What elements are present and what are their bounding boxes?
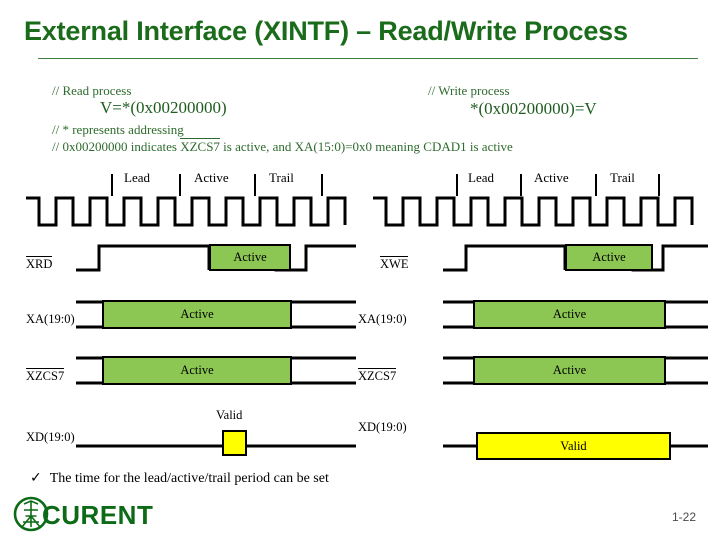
address-note-suffix: is active, and XA(15:0)=0x0 meaning CDAD… bbox=[219, 139, 513, 154]
write-row-xa: XA(19:0) Active bbox=[358, 298, 708, 344]
xwe-active-label: Active bbox=[592, 250, 626, 264]
xrd-active-label: Active bbox=[233, 250, 267, 264]
page-number: 1-22 bbox=[672, 510, 697, 524]
write-row-xzcs7: XZCS7 Active bbox=[358, 354, 708, 400]
check-icon: ✓ bbox=[30, 470, 42, 486]
phase-tick-3-w bbox=[595, 174, 597, 196]
write-clock-waveform bbox=[373, 196, 694, 227]
signal-label-xd-w: XD(19:0) bbox=[358, 420, 407, 434]
phase-label-trail: Trail bbox=[269, 170, 294, 185]
phase-label-trail-w: Trail bbox=[610, 170, 635, 185]
xwe-active-box: Active bbox=[565, 244, 653, 271]
xzcs7-active-box: Active bbox=[102, 356, 292, 385]
address-note-prefix: // 0x00200000 indicates bbox=[52, 139, 181, 154]
phase-tick-1-w bbox=[456, 174, 458, 196]
read-row-xzcs7: XZCS7 Active bbox=[26, 354, 356, 400]
read-statement: V=*(0x00200000) bbox=[100, 98, 227, 117]
phase-label-active: Active bbox=[194, 170, 229, 185]
phase-tick-2-w bbox=[520, 174, 522, 196]
xzcs7-active-label: Active bbox=[180, 363, 214, 377]
write-phase-labels: Lead Active Trail bbox=[358, 170, 708, 190]
xa-active-label-w: Active bbox=[552, 307, 587, 321]
xa-active-box-w: Active bbox=[473, 300, 666, 329]
title-divider bbox=[38, 58, 698, 59]
signal-label-xrd-text: XRD bbox=[26, 256, 53, 271]
address-note-signal: XZCS7 bbox=[180, 138, 220, 154]
read-timing-diagram: Lead Active Trail XRD Active XA(19:0) Ac… bbox=[26, 170, 356, 460]
signal-label-xrd: XRD bbox=[26, 256, 53, 271]
xd-valid-label-w: Valid bbox=[560, 438, 587, 453]
xzcs7-active-label-w: Active bbox=[552, 363, 587, 377]
write-timing-diagram: Lead Active Trail XWE Active XA(19:0) Ac… bbox=[358, 170, 708, 460]
phase-tick-4 bbox=[321, 174, 323, 196]
phase-label-lead: Lead bbox=[124, 170, 150, 185]
phase-label-lead-w: Lead bbox=[468, 170, 494, 185]
signal-label-xzcs7: XZCS7 bbox=[26, 368, 65, 383]
xd-waveform bbox=[76, 444, 356, 448]
phase-tick-3 bbox=[254, 174, 256, 196]
read-row-xd: XD(19:0) Valid bbox=[26, 408, 356, 468]
address-note-comment: // 0x00200000 indicates XZCS7 is active,… bbox=[52, 138, 513, 155]
signal-label-xa-w: XA(19:0) bbox=[358, 312, 407, 326]
read-row-xa: XA(19:0) Active bbox=[26, 298, 356, 344]
write-statement: *(0x00200000)=V bbox=[470, 99, 597, 118]
xd-valid-box bbox=[222, 430, 247, 456]
signal-label-xwe: XWE bbox=[380, 256, 409, 271]
phase-label-active-w: Active bbox=[534, 170, 569, 185]
phase-tick-1 bbox=[111, 174, 113, 196]
xrd-active-box: Active bbox=[209, 244, 291, 271]
signal-label-xzcs7-w: XZCS7 bbox=[358, 368, 397, 383]
xd-valid-box-w: Valid bbox=[476, 432, 671, 460]
slide-canvas: External Interface (XINTF) – Read/Write … bbox=[0, 0, 720, 540]
read-phase-labels: Lead Active Trail bbox=[26, 170, 356, 190]
signal-label-xzcs7-text-w: XZCS7 bbox=[358, 368, 397, 383]
xa-active-box: Active bbox=[102, 300, 292, 329]
phase-tick-2 bbox=[179, 174, 181, 196]
xa-active-label: Active bbox=[180, 307, 214, 321]
write-process-comment: // Write process bbox=[428, 83, 510, 98]
signal-label-xwe-text: XWE bbox=[380, 256, 409, 271]
star-note-comment: // * represents addressing bbox=[52, 122, 184, 137]
xd-valid-caption: Valid bbox=[216, 408, 243, 422]
footer-bullet: ✓ The time for the lead/active/trail peri… bbox=[30, 470, 329, 487]
read-process-comment: // Read process bbox=[52, 83, 132, 98]
xzcs7-active-box-w: Active bbox=[473, 356, 666, 385]
signal-label-xa: XA(19:0) bbox=[26, 312, 75, 326]
phase-tick-4-w bbox=[658, 174, 660, 196]
curent-logo-text: CURENT bbox=[42, 500, 154, 530]
write-row-xwe: XWE Active bbox=[358, 242, 708, 288]
signal-label-xd: XD(19:0) bbox=[26, 430, 75, 444]
page-title: External Interface (XINTF) – Read/Write … bbox=[24, 16, 628, 46]
read-clock-waveform bbox=[26, 196, 347, 227]
signal-label-xzcs7-text: XZCS7 bbox=[26, 368, 65, 383]
write-row-xd: XD(19:0) Valid bbox=[358, 408, 708, 468]
read-row-xrd: XRD Active bbox=[26, 242, 356, 288]
footer-bullet-text: The time for the lead/active/trail perio… bbox=[49, 471, 329, 486]
